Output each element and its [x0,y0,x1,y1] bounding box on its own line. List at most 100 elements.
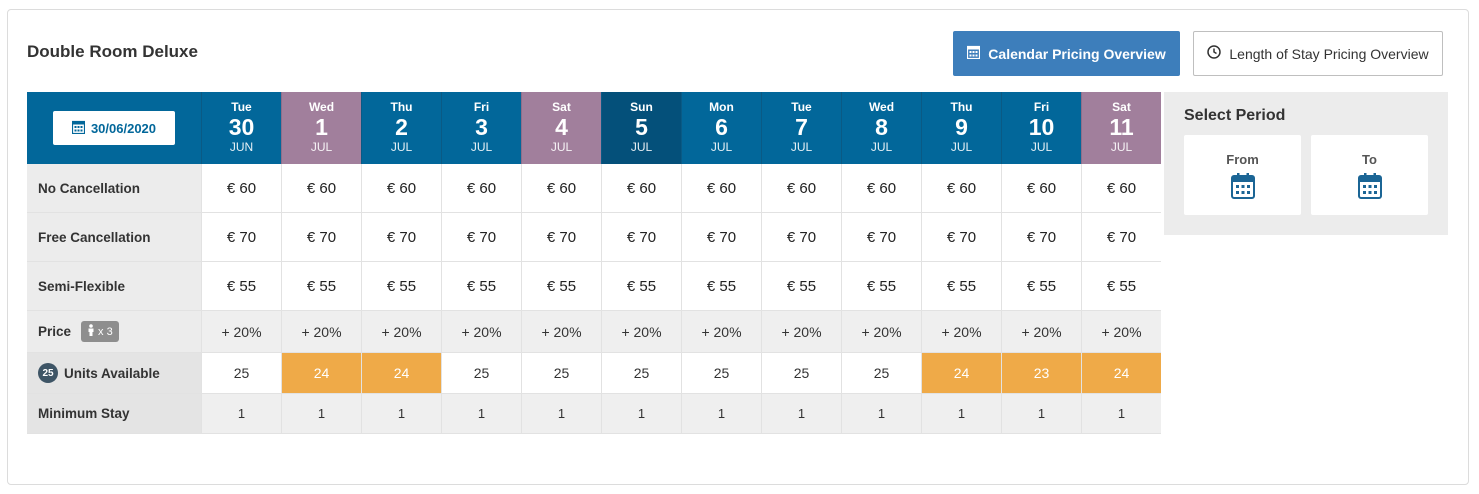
rate-price-cell[interactable]: € 55 [1001,262,1081,310]
minimum-stay-cell[interactable]: 1 [1081,394,1161,433]
rate-price-cell[interactable]: € 55 [201,262,281,310]
price-modifier-cell[interactable]: + 20% [761,311,841,352]
calendar-pricing-overview-button[interactable]: Calendar Pricing Overview [953,31,1180,76]
rate-price-cell[interactable]: € 70 [1081,213,1161,261]
rate-price-cell[interactable]: € 60 [761,164,841,212]
day-header[interactable]: Sun 5 JUL [601,92,681,164]
rate-price-cell[interactable]: € 70 [201,213,281,261]
minimum-stay-cell[interactable]: 1 [681,394,761,433]
day-header[interactable]: Sat 11 JUL [1081,92,1161,164]
units-available-cell[interactable]: 25 [201,353,281,393]
rate-price-cell[interactable]: € 55 [521,262,601,310]
minimum-stay-cell[interactable]: 1 [921,394,1001,433]
minimum-stay-cell[interactable]: 1 [841,394,921,433]
price-modifier-cell[interactable]: + 20% [201,311,281,352]
price-modifier-cell[interactable]: + 20% [1001,311,1081,352]
rate-price-cell[interactable]: € 60 [201,164,281,212]
units-available-cell[interactable]: 23 [1001,353,1081,393]
rate-price-cell[interactable]: € 70 [521,213,601,261]
price-modifier-cell[interactable]: + 20% [601,311,681,352]
rate-price-cell[interactable]: € 60 [521,164,601,212]
minimum-stay-cell[interactable]: 1 [361,394,441,433]
minimum-stay-cell[interactable]: 1 [441,394,521,433]
rate-price-cell[interactable]: € 55 [681,262,761,310]
day-header[interactable]: Wed 8 JUL [841,92,921,164]
rate-price-cell[interactable]: € 70 [681,213,761,261]
day-name: Wed [308,100,335,114]
day-header[interactable]: Sat 4 JUL [521,92,601,164]
price-modifier-cell[interactable]: + 20% [841,311,921,352]
rate-price-cell[interactable]: € 70 [441,213,521,261]
date-picker-button[interactable]: 30/06/2020 [53,111,175,145]
day-header[interactable]: Tue 30 JUN [201,92,281,164]
calendar-pricing-overview-label: Calendar Pricing Overview [988,45,1166,62]
minimum-stay-cell[interactable]: 1 [521,394,601,433]
rate-price-cell[interactable]: € 70 [761,213,841,261]
price-modifier-cell[interactable]: + 20% [281,311,361,352]
day-name: Thu [390,100,413,114]
rate-price-cell[interactable]: € 70 [841,213,921,261]
rate-price-cell[interactable]: € 55 [361,262,441,310]
price-modifier-cell[interactable]: + 20% [521,311,601,352]
day-header[interactable]: Fri 3 JUL [441,92,521,164]
rate-price-cell[interactable]: € 55 [281,262,361,310]
rate-price-cell[interactable]: € 60 [841,164,921,212]
day-header[interactable]: Wed 1 JUL [281,92,361,164]
rate-price-cell[interactable]: € 70 [1001,213,1081,261]
rate-price-cell[interactable]: € 55 [441,262,521,310]
units-available-cell[interactable]: 24 [921,353,1001,393]
rate-price-cell[interactable]: € 60 [281,164,361,212]
rate-plan-label: No Cancellation [27,164,201,212]
units-available-cell[interactable]: 25 [521,353,601,393]
rate-price-cell[interactable]: € 60 [681,164,761,212]
day-header[interactable]: Mon 6 JUL [681,92,761,164]
rate-price-cell[interactable]: € 55 [841,262,921,310]
rate-price-cell[interactable]: € 70 [361,213,441,261]
rate-price-cell[interactable]: € 60 [361,164,441,212]
price-modifier-cell[interactable]: + 20% [681,311,761,352]
minimum-stay-cell[interactable]: 1 [761,394,841,433]
day-header[interactable]: Thu 2 JUL [361,92,441,164]
units-available-cell[interactable]: 24 [281,353,361,393]
rate-price-cell[interactable]: € 60 [441,164,521,212]
rate-price-cell[interactable]: € 60 [601,164,681,212]
day-header[interactable]: Tue 7 JUL [761,92,841,164]
day-header[interactable]: Thu 9 JUL [921,92,1001,164]
rate-price-cell[interactable]: € 60 [921,164,1001,212]
price-modifier-cell[interactable]: + 20% [441,311,521,352]
rate-price-cell[interactable]: € 55 [761,262,841,310]
period-from-button[interactable]: From [1184,135,1301,215]
rate-price-cell[interactable]: € 70 [281,213,361,261]
day-month: JUL [550,140,573,154]
units-available-cell[interactable]: 25 [761,353,841,393]
minimum-stay-cell[interactable]: 1 [1001,394,1081,433]
price-row-label-cell: Price x 3 [27,311,201,352]
units-available-cell[interactable]: 25 [601,353,681,393]
price-modifier-cell[interactable]: + 20% [921,311,1001,352]
units-available-cell[interactable]: 25 [841,353,921,393]
price-modifier-cell[interactable]: + 20% [361,311,441,352]
minimum-stay-cell[interactable]: 1 [201,394,281,433]
rate-price-cell[interactable]: € 55 [601,262,681,310]
rate-plan-label: Free Cancellation [27,213,201,261]
occupancy-count: x 3 [98,325,113,338]
calendar-header-row: 30/06/2020 Tue 30 JUN Wed 1 JUL Thu 2 JUL Fri 3 JUL… [27,92,1161,164]
room-title: Double Room Deluxe [27,42,198,61]
rate-price-cell[interactable]: € 70 [601,213,681,261]
units-available-cell[interactable]: 25 [441,353,521,393]
units-available-cell[interactable]: 25 [681,353,761,393]
day-name: Fri [1033,100,1050,114]
units-available-cell[interactable]: 24 [361,353,441,393]
rate-price-cell[interactable]: € 70 [921,213,1001,261]
rate-price-cell[interactable]: € 55 [921,262,1001,310]
length-of-stay-pricing-overview-button[interactable]: Length of Stay Pricing Overview [1193,31,1443,76]
minimum-stay-cell[interactable]: 1 [281,394,361,433]
rate-price-cell[interactable]: € 60 [1001,164,1081,212]
price-modifier-cell[interactable]: + 20% [1081,311,1161,352]
period-to-button[interactable]: To [1311,135,1428,215]
rate-price-cell[interactable]: € 55 [1081,262,1161,310]
minimum-stay-cell[interactable]: 1 [601,394,681,433]
rate-price-cell[interactable]: € 60 [1081,164,1161,212]
day-header[interactable]: Fri 10 JUL [1001,92,1081,164]
units-available-cell[interactable]: 24 [1081,353,1161,393]
